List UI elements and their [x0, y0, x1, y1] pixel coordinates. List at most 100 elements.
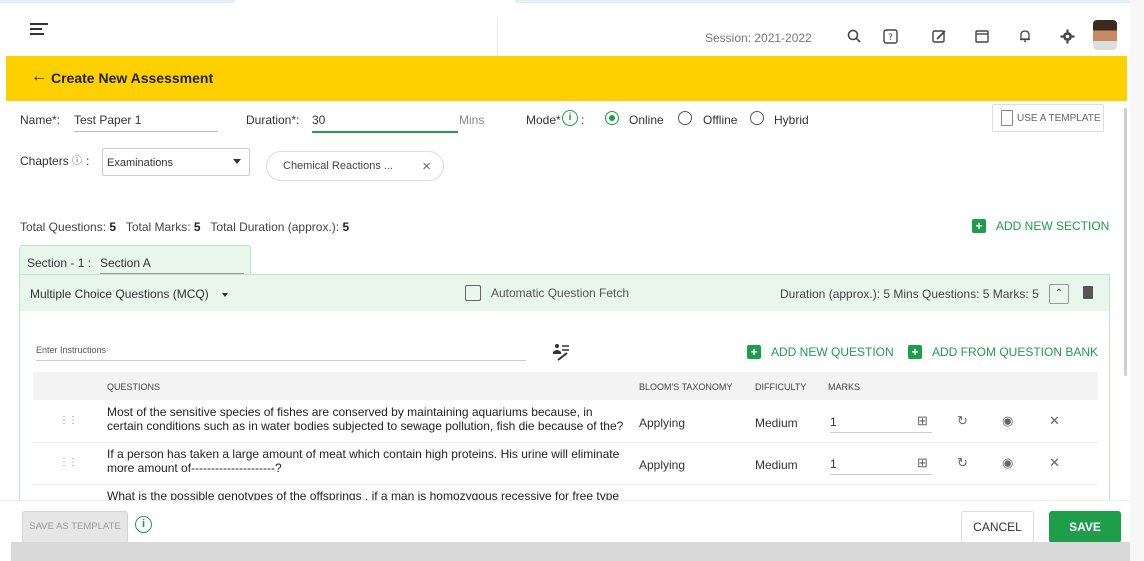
question-text: Most of the sensitive species of fishes … — [107, 405, 624, 433]
plus-icon: + — [747, 345, 761, 359]
bloom-value: Applying — [639, 416, 686, 430]
radio-offline-label[interactable]: Offline — [703, 113, 737, 127]
page-header: ← Create New Assessment — [6, 56, 1127, 101]
total-duration-label: Total Duration (approx.): — [210, 220, 340, 234]
radio-offline[interactable] — [678, 111, 692, 125]
radio-online[interactable] — [605, 111, 619, 125]
stepper-icon[interactable]: ⊞ — [917, 413, 928, 429]
add-from-question-bank-button[interactable]: + ADD FROM QUESTION BANK — [908, 345, 1098, 359]
cancel-button[interactable]: CANCEL — [961, 511, 1034, 543]
chapters-dropdown[interactable]: Examinations — [102, 148, 250, 176]
close-icon[interactable]: ✕ — [1049, 413, 1060, 429]
question-type-dropdown[interactable]: Multiple Choice Questions (MCQ) — [30, 287, 229, 301]
use-template-label: USE A TEMPLATE — [1017, 112, 1101, 124]
bloom-value: Applying — [639, 458, 686, 472]
back-arrow-icon[interactable]: ← — [31, 68, 47, 86]
search-icon[interactable] — [845, 27, 863, 45]
questions-table-header: QUESTIONS BLOOM'S TAXONOMY DIFFICULTY MA… — [33, 372, 1098, 400]
section-name-input[interactable]: Section A — [100, 256, 244, 274]
total-marks-label: Total Marks: — [125, 220, 191, 234]
column-difficulty: DIFFICULTY — [755, 382, 807, 392]
table-row[interactable]: ⋮⋮ If a person has taken a large amount … — [33, 443, 1098, 485]
reorder-icon[interactable] — [552, 343, 570, 366]
menu-icon[interactable] — [30, 23, 48, 37]
instructions-input[interactable]: Enter Instructions — [36, 345, 526, 361]
stepper-icon[interactable]: ⊞ — [917, 455, 928, 471]
save-as-template-button[interactable]: SAVE AS TEMPLATE — [22, 511, 128, 543]
plus-icon: + — [972, 219, 986, 233]
duration-input[interactable]: 30 — [312, 113, 458, 133]
section-tab: Section - 1 : Section A — [19, 245, 251, 275]
column-bloom: BLOOM'S TAXONOMY — [639, 382, 733, 392]
gear-icon[interactable] — [1058, 27, 1076, 45]
scrollbar[interactable] — [1124, 108, 1127, 376]
bottom-strip — [11, 542, 1141, 561]
auto-fetch-checkbox[interactable] — [465, 285, 481, 301]
info-icon[interactable]: i — [135, 516, 152, 533]
template-icon — [1001, 110, 1013, 126]
difficulty-value: Medium — [755, 458, 798, 472]
trash-icon[interactable] — [1083, 286, 1093, 299]
name-input[interactable]: Test Paper 1 — [74, 113, 218, 132]
session-label[interactable]: Session: 2021-2022 — [705, 31, 812, 45]
chevron-down-icon — [222, 292, 229, 297]
total-questions-value: 5 — [109, 220, 117, 234]
radio-hybrid-label[interactable]: Hybrid — [774, 113, 809, 127]
radio-online-label[interactable]: Online — [629, 113, 664, 127]
chapters-label: Chapters — [20, 154, 69, 168]
refresh-icon[interactable]: ↻ — [957, 413, 968, 429]
edit-icon[interactable] — [930, 27, 948, 45]
help-icon[interactable]: ? — [881, 27, 899, 45]
add-new-section-button[interactable]: + ADD NEW SECTION — [972, 219, 1109, 233]
page-title: Create New Assessment — [51, 70, 214, 86]
add-new-question-button[interactable]: + ADD NEW QUESTION — [747, 345, 894, 359]
section-label: Section - 1 : — [27, 256, 92, 270]
total-duration-value: 5 — [342, 220, 350, 234]
duration-label: Duration*: — [246, 113, 300, 127]
add-from-bank-label: ADD FROM QUESTION BANK — [932, 345, 1099, 359]
footer-bar: SAVE AS TEMPLATE i CANCEL SAVE — [0, 500, 1130, 543]
auto-fetch-label: Automatic Question Fetch — [491, 286, 630, 300]
top-bar-divider — [497, 17, 498, 59]
table-row[interactable]: ⋮⋮ Most of the sensitive species of fish… — [33, 401, 1098, 443]
add-new-section-label: ADD NEW SECTION — [996, 219, 1110, 233]
calendar-icon[interactable] — [973, 27, 991, 45]
duration-unit: Mins — [459, 113, 485, 127]
top-bar: Session: 2021-2022 ? — [0, 0, 1130, 59]
section-stats: Duration (approx.): 5 Mins Questions: 5 … — [780, 287, 1039, 301]
column-questions: QUESTIONS — [107, 382, 161, 392]
avatar[interactable] — [1093, 20, 1117, 50]
section-panel: Multiple Choice Questions (MCQ) Automati… — [19, 274, 1110, 514]
totals-summary: Total Questions: 5 Total Marks: 5 Total … — [20, 220, 349, 234]
mode-info-icon[interactable]: i — [562, 110, 578, 126]
drag-handle-icon[interactable]: ⋮⋮ — [59, 415, 78, 426]
chapters-info-icon[interactable]: ⓘ — [72, 152, 82, 167]
plus-icon: + — [908, 345, 922, 359]
use-template-button[interactable]: USE A TEMPLATE — [992, 104, 1104, 132]
close-icon[interactable]: × — [422, 158, 431, 175]
refresh-icon[interactable]: ↻ — [957, 455, 968, 471]
chapter-chip[interactable]: Chemical Reactions ... × — [266, 151, 444, 181]
svg-text:?: ? — [888, 33, 893, 43]
section-header: Multiple Choice Questions (MCQ) Automati… — [20, 275, 1109, 311]
right-edge — [1130, 0, 1144, 561]
chapters-colon: : — [86, 154, 90, 168]
total-questions-label: Total Questions: — [20, 220, 107, 234]
column-marks: MARKS — [828, 382, 861, 392]
top-bar-segment — [235, 0, 515, 3]
difficulty-value: Medium — [755, 416, 798, 430]
close-icon[interactable]: ✕ — [1049, 455, 1060, 471]
chapters-dropdown-value: Examinations — [107, 157, 174, 169]
bell-icon[interactable] — [1016, 27, 1034, 45]
total-marks-value: 5 — [193, 220, 201, 234]
save-button[interactable]: SAVE — [1049, 511, 1121, 543]
auto-fetch[interactable]: Automatic Question Fetch — [465, 285, 629, 301]
mode-label: Mode* — [526, 113, 561, 127]
collapse-icon[interactable]: ⌃ — [1049, 284, 1069, 304]
eye-icon[interactable]: ◉ — [1002, 455, 1013, 471]
mode-colon: : — [581, 113, 585, 127]
radio-hybrid[interactable] — [750, 111, 764, 125]
name-label: Name*: — [20, 113, 61, 127]
eye-icon[interactable]: ◉ — [1002, 413, 1013, 429]
drag-handle-icon[interactable]: ⋮⋮ — [59, 457, 78, 468]
